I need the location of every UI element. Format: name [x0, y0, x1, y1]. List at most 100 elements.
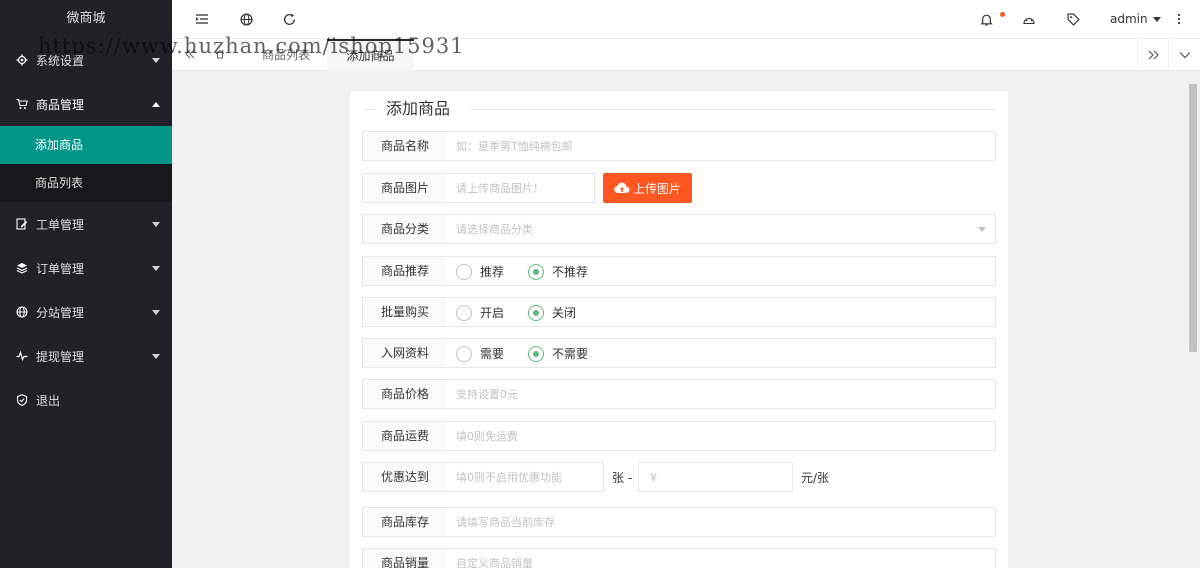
theme-icon[interactable] [1021, 11, 1037, 27]
caret-down-icon [1152, 16, 1161, 22]
upload-image-button[interactable]: 上传图片 [603, 173, 692, 203]
user-menu[interactable]: admin [1110, 12, 1161, 26]
network-radio-group: 需要 不需要 [447, 338, 996, 368]
radio-checked-icon [528, 304, 544, 321]
tab-product-list[interactable]: 商品列表 [250, 39, 322, 71]
upload-button-label: 上传图片 [632, 181, 681, 196]
product-name-label: 商品名称 [362, 131, 448, 161]
discount-threshold-input[interactable] [447, 462, 604, 492]
radio-circle-icon [456, 263, 472, 280]
add-product-form: 添加商品 商品名称 商品图片 上传图片 商品分类 商品推荐 推荐 不推荐 [350, 91, 1008, 568]
layers-icon [16, 262, 28, 274]
home-icon[interactable] [210, 39, 230, 71]
menu-toggle-icon[interactable] [194, 11, 210, 27]
recommend-radio-no[interactable]: 不推荐 [528, 263, 588, 280]
globe-icon [16, 306, 28, 318]
notification-dot [1000, 12, 1005, 17]
top-header: admin [172, 0, 1200, 39]
sidebar-item-tickets[interactable]: 工单管理 [0, 202, 172, 246]
pulse-icon [16, 350, 28, 362]
app-logo: 微商城 [66, 11, 106, 26]
tab-add-product[interactable]: 添加商品 [327, 39, 414, 71]
row-product-image: 商品图片 上传图片 [362, 173, 996, 203]
chevron-down-icon [152, 354, 160, 359]
row-batch-purchase: 批量购买 开启 关闭 [362, 297, 996, 327]
sidebar-subnav-products: 添加商品 商品列表 [0, 126, 172, 202]
row-sales: 商品销量 [362, 548, 996, 568]
sidebar-item-system-settings[interactable]: 系统设置 [0, 38, 172, 82]
radio-checked-icon [528, 263, 544, 280]
radio-circle-icon [456, 304, 472, 321]
product-category-label: 商品分类 [362, 214, 448, 244]
batch-radio-group: 开启 关闭 [447, 297, 996, 327]
sidebar-item-label: 分站管理 [36, 305, 85, 320]
page-scrollbar[interactable] [1186, 72, 1200, 568]
shipping-label: 商品运费 [362, 421, 448, 451]
chevron-down-icon [152, 58, 160, 63]
stock-input[interactable] [447, 507, 996, 537]
row-discount: 优惠达到 张 - 元/张 [362, 462, 996, 492]
tabs-next-icon[interactable] [1137, 39, 1169, 71]
chevron-up-icon [152, 102, 160, 107]
chevron-down-icon [152, 266, 160, 271]
sidebar-item-label: 商品管理 [36, 97, 85, 112]
sidebar-item-orders[interactable]: 订单管理 [0, 246, 172, 290]
cloud-upload-icon [614, 182, 630, 194]
row-stock: 商品库存 [362, 507, 996, 537]
sidebar-subitem-product-list[interactable]: 商品列表 [0, 164, 172, 202]
discount-price-unit: 元/张 [801, 471, 830, 485]
network-label: 入网资料 [362, 338, 448, 368]
sidebar-item-products[interactable]: 商品管理 [0, 82, 172, 126]
recommend-radio-yes[interactable]: 推荐 [456, 263, 504, 280]
sidebar-item-substations[interactable]: 分站管理 [0, 290, 172, 334]
bell-icon[interactable] [978, 11, 994, 27]
network-radio-required[interactable]: 需要 [456, 345, 504, 362]
form-title: 添加商品 [386, 99, 451, 118]
row-shipping: 商品运费 [362, 421, 996, 451]
recommend-label: 商品推荐 [362, 256, 448, 286]
sidebar-item-label: 工单管理 [36, 217, 85, 232]
radio-checked-icon [528, 345, 544, 362]
row-network-info: 入网资料 需要 不需要 [362, 338, 996, 368]
shipping-input[interactable] [447, 421, 996, 451]
sidebar-subitem-add-product[interactable]: 添加商品 [0, 126, 172, 164]
chevron-down-icon [152, 222, 160, 227]
batch-radio-off[interactable]: 关闭 [528, 304, 576, 321]
form-legend: 添加商品 [364, 99, 996, 119]
sales-input[interactable] [447, 548, 996, 568]
recommend-radio-group: 推荐 不推荐 [447, 256, 996, 286]
sidebar: 微商城 系统设置 商品管理 添加商品 商品列表 工单管理 订单管理 分站管理 提… [0, 0, 172, 568]
sidebar-item-logout[interactable]: 退出 [0, 378, 172, 422]
edit-icon [16, 218, 28, 230]
more-vertical-icon[interactable] [1171, 11, 1187, 27]
stock-label: 商品库存 [362, 507, 448, 537]
price-label: 商品价格 [362, 379, 448, 409]
discount-unit-label: 张 - [612, 471, 633, 485]
network-radio-not-required[interactable]: 不需要 [528, 345, 588, 362]
batch-radio-on[interactable]: 开启 [456, 304, 504, 321]
sidebar-item-label: 提现管理 [36, 349, 85, 364]
product-name-input[interactable] [447, 131, 996, 161]
tabs-menu-chevron-icon[interactable] [1168, 39, 1200, 71]
refresh-icon[interactable] [281, 11, 297, 27]
row-product-category: 商品分类 [362, 214, 996, 244]
row-product-recommend: 商品推荐 推荐 不推荐 [362, 256, 996, 286]
product-image-label: 商品图片 [362, 173, 448, 203]
discount-price-input[interactable] [638, 462, 793, 492]
row-product-price: 商品价格 [362, 379, 996, 409]
sidebar-item-label: 系统设置 [36, 53, 85, 68]
page-tabs: 商品列表 添加商品 [172, 39, 1200, 71]
product-category-select[interactable] [447, 214, 996, 244]
gear-icon [16, 54, 28, 66]
sidebar-item-label: 退出 [36, 393, 61, 408]
tabs-prev-icon[interactable] [180, 39, 200, 71]
product-image-input[interactable] [447, 173, 595, 203]
price-input[interactable] [447, 379, 996, 409]
cart-icon [16, 98, 28, 110]
sidebar-item-withdrawals[interactable]: 提现管理 [0, 334, 172, 378]
tag-icon[interactable] [1065, 11, 1081, 27]
scrollbar-thumb[interactable] [1189, 84, 1197, 352]
chevron-down-icon [152, 310, 160, 315]
globe-icon[interactable] [238, 11, 254, 27]
radio-circle-icon [456, 345, 472, 362]
